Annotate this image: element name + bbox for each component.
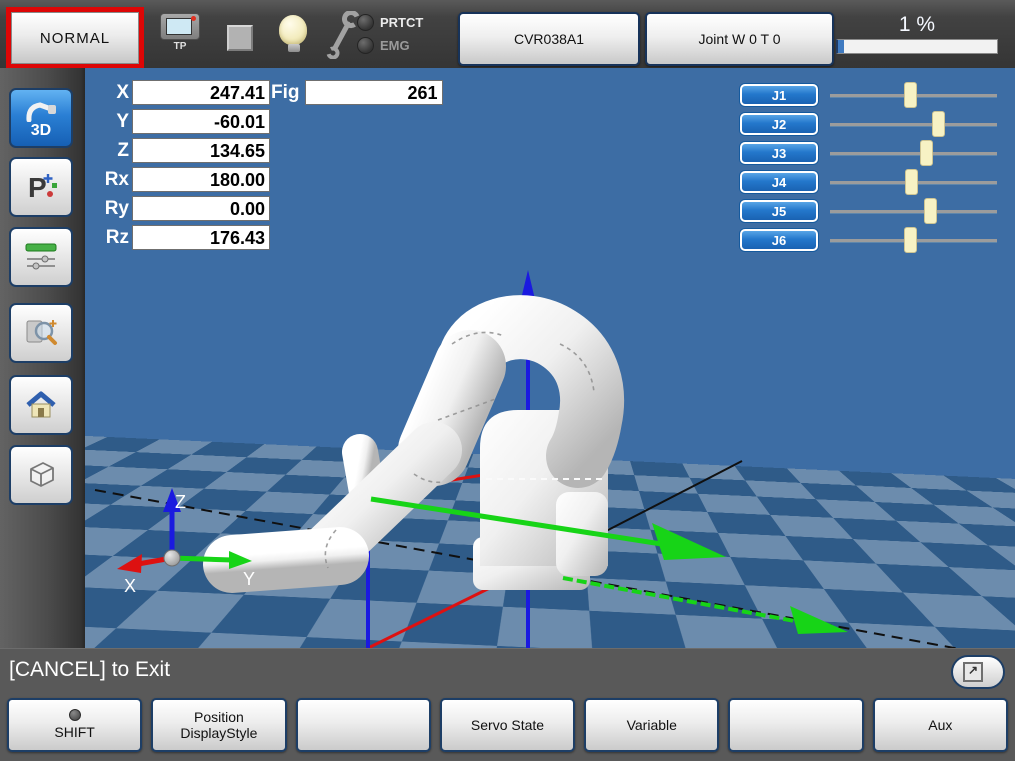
coord-value-x[interactable]: 247.41 [132, 80, 270, 105]
position-readout-panel: X 247.41 Y -60.01 Z 134.65 Rx 180.00 Ry 0.00 … [93, 80, 270, 254]
safety-led-group: PRTCT EMG [357, 12, 423, 58]
fig-label: Fig [271, 81, 300, 103]
stop-icon[interactable] [227, 25, 253, 51]
joint-mode-button[interactable]: Joint W 0 T 0 [645, 12, 834, 66]
coord-value-rz[interactable]: 176.43 [132, 225, 270, 250]
coord-value-rx[interactable]: 180.00 [132, 167, 270, 192]
tp-icon-label: TP [173, 41, 187, 52]
joint-slider-j6[interactable] [830, 227, 997, 253]
joint-jog-panel: J1 J2 J3 J4 J5 J6 [740, 82, 997, 258]
fkey-shift-label: SHIFT [54, 724, 95, 741]
fkey-empty-2[interactable] [728, 698, 864, 752]
prtct-led-icon [357, 13, 374, 31]
coord-label-rz: Rz [105, 226, 129, 248]
left-sidebar: 3D P [0, 68, 85, 648]
speed-progress-bar [836, 39, 998, 54]
coord-label-x: X [116, 81, 129, 103]
svg-text:P: P [28, 172, 47, 203]
adjust-sliders-icon [25, 243, 57, 270]
shift-led-icon [68, 709, 81, 722]
fkey-empty-1[interactable] [295, 698, 431, 752]
joint-button-j2[interactable]: J2 [740, 113, 818, 135]
teach-pendant-screen: NORMAL TP PRTCT EMG CVR038A1 Joint W 0 T… [0, 0, 1015, 761]
coord-label-ry: Ry [104, 197, 129, 219]
joint-slider-handle-j3[interactable] [920, 140, 934, 166]
floor-tilt-wrapper [85, 431, 1015, 648]
bulb-glass-icon [279, 15, 307, 45]
cube-icon [30, 462, 54, 487]
mode-button[interactable]: NORMAL [11, 12, 139, 64]
fkey-servo-state[interactable]: Servo State [439, 698, 576, 752]
joint-slider-j4[interactable] [830, 169, 997, 195]
shortcut-button[interactable]: ↗ [951, 655, 1005, 689]
emg-led-icon [357, 36, 374, 54]
teach-pendant-icon[interactable]: TP [158, 13, 202, 52]
joint-slider-handle-j1[interactable] [903, 82, 917, 108]
wrench-icon[interactable] [322, 11, 362, 59]
joint-slider-handle-j5[interactable] [923, 198, 937, 224]
program-name-button[interactable]: CVR038A1 [458, 12, 640, 66]
robot-arm-icon [26, 101, 56, 122]
sidebar-button-position[interactable]: P [9, 157, 73, 217]
coord-label-rx: Rx [104, 168, 129, 190]
shortcut-arrow-icon: ↗ [963, 662, 983, 682]
top-toolbar: NORMAL TP PRTCT EMG CVR038A1 Joint W 0 T… [0, 0, 1015, 69]
joint-slider-handle-j2[interactable] [932, 111, 946, 137]
speed-progress-fill [838, 40, 844, 53]
tp-screen-icon [166, 18, 192, 35]
magnifier-document-icon [26, 320, 57, 345]
bulb-base-icon [288, 44, 300, 52]
speed-percent-text: 1 % [898, 13, 936, 36]
joint-slider-j1[interactable] [830, 82, 997, 108]
coord-label-y: Y [116, 110, 129, 132]
joint-button-j5[interactable]: J5 [740, 200, 818, 222]
fkey-variable[interactable]: Variable [584, 698, 720, 752]
joint-button-j1[interactable]: J1 [740, 84, 818, 106]
3d-viewport[interactable]: X Y Z X 247.41 Y -60.01 Z 134.65 Rx 180.00 R… [85, 68, 1015, 648]
speed-indicator: 1 % [836, 13, 998, 54]
fig-value[interactable]: 261 [304, 80, 443, 105]
sidebar-button-3d-view[interactable]: 3D [9, 88, 73, 148]
joint-slider-j3[interactable] [830, 140, 997, 166]
joint-button-j6[interactable]: J6 [740, 229, 818, 251]
mode-button-highlight-frame: NORMAL [6, 7, 144, 69]
home-icon [26, 391, 56, 418]
joint-slider-j5[interactable] [830, 198, 997, 224]
joint-slider-j2[interactable] [830, 111, 997, 137]
sidebar-button-3d-cube[interactable] [9, 445, 73, 505]
emg-label: EMG [380, 37, 410, 53]
sidebar-button-monitor-search[interactable] [9, 303, 73, 363]
sidebar-3d-label: 3D [30, 121, 52, 139]
coord-label-z: Z [117, 139, 129, 161]
fkey-shift[interactable]: SHIFT [7, 698, 143, 752]
function-key-bar: SHIFT Position DisplayStyle Servo State … [0, 695, 1015, 761]
sidebar-button-settings-sliders[interactable] [9, 227, 73, 287]
coord-value-y[interactable]: -60.01 [132, 109, 270, 134]
figure-field: Fig 261 [271, 80, 443, 105]
coord-value-z[interactable]: 134.65 [132, 138, 270, 163]
status-bar: [CANCEL] to Exit ↗ [0, 648, 1015, 696]
lamp-icon[interactable] [279, 15, 309, 52]
coord-value-ry[interactable]: 0.00 [132, 196, 270, 221]
joint-button-j4[interactable]: J4 [740, 171, 818, 193]
joint-slider-handle-j4[interactable] [905, 169, 919, 195]
sidebar-button-home[interactable] [9, 375, 73, 435]
fkey-position-displaystyle[interactable]: Position DisplayStyle [151, 698, 287, 752]
checkerboard-floor [85, 431, 1015, 648]
status-message: [CANCEL] to Exit [9, 658, 171, 681]
position-point-icon: P [28, 172, 57, 203]
z-axis-arrowhead [517, 270, 539, 316]
tp-record-dot-icon [191, 16, 196, 21]
prtct-label: PRTCT [380, 14, 424, 30]
fkey-aux[interactable]: Aux [872, 698, 1008, 752]
joint-button-j3[interactable]: J3 [740, 142, 818, 164]
joint-slider-handle-j6[interactable] [903, 227, 917, 253]
tp-monitor-icon [160, 13, 200, 40]
